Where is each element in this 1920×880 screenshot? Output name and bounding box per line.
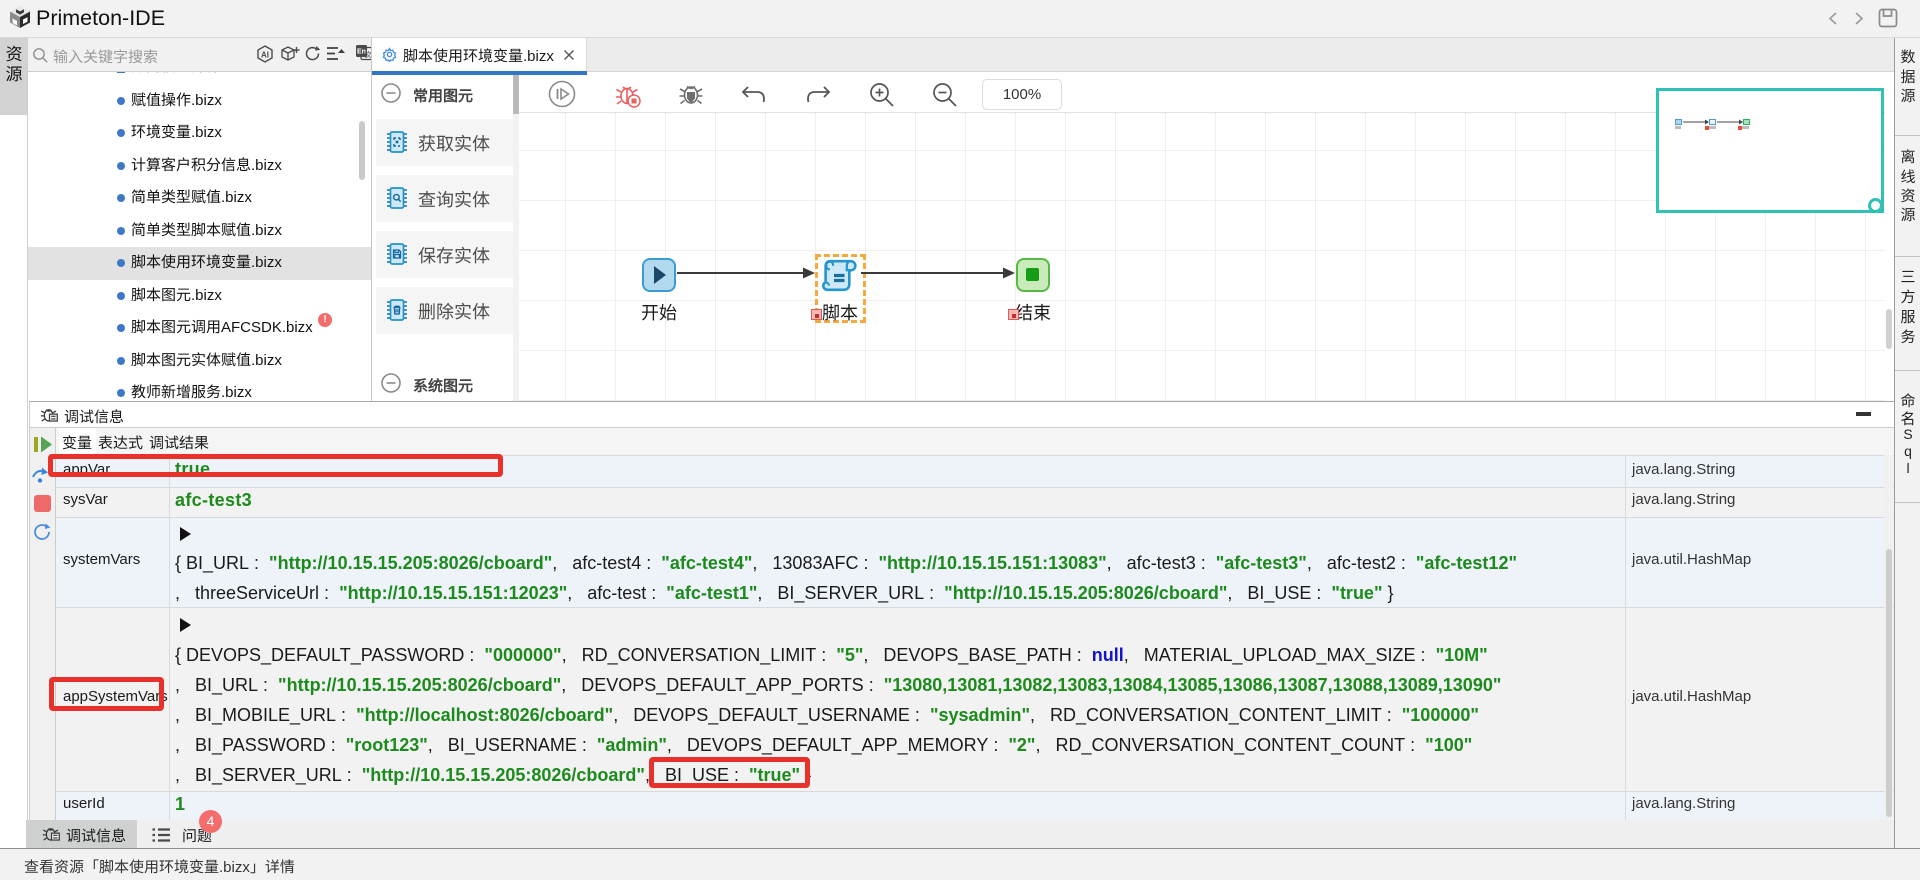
svg-text:AI: AI [261, 50, 269, 59]
